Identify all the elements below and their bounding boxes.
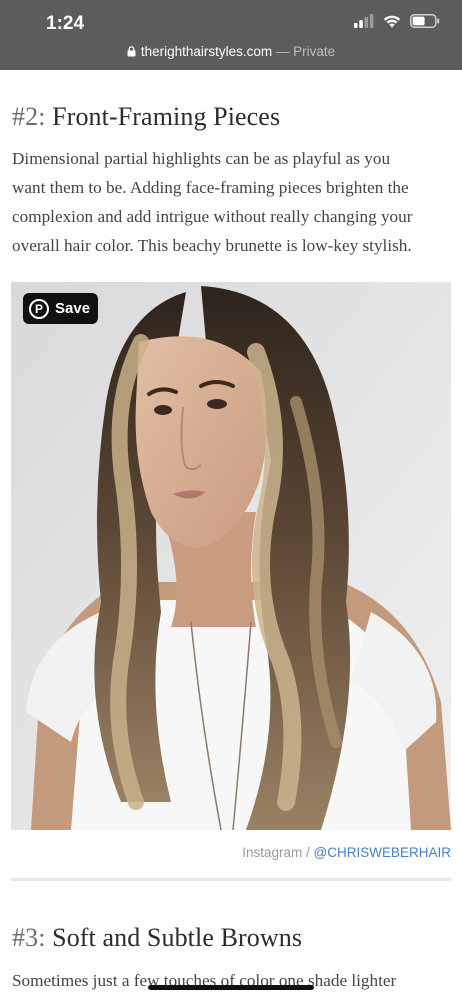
section-3-heading: #3: Soft and Subtle Browns (12, 923, 302, 953)
pinterest-icon: P (29, 298, 49, 319)
lock-icon (127, 46, 136, 57)
section-2-number: #2: (12, 102, 46, 131)
credit-source: Instagram / (242, 845, 310, 860)
paragraph-line: Dimensional partial highlights can be as… (12, 149, 391, 168)
section-3-paragraph: Sometimes just a few touches of color on… (12, 966, 457, 995)
address-bar[interactable]: therighthairstyles.com — Private (0, 44, 462, 59)
section-3-number: #3: (12, 923, 46, 952)
hairstyle-photo: P Save (11, 282, 451, 830)
section-divider (11, 878, 451, 881)
section-2-paragraph: Dimensional partial highlights can be as… (12, 144, 457, 260)
browser-top-bar: 1:24 therighthairstyles.com — Private (0, 0, 462, 70)
wifi-icon (383, 15, 401, 28)
credit-handle-link[interactable]: @CHRISWEBERHAIR (314, 845, 451, 860)
battery-icon (410, 14, 440, 28)
hairstyle-illustration (11, 282, 451, 830)
paragraph-line: overall hair color. This beachy brunette… (12, 236, 412, 255)
section-2-title: Front-Framing Pieces (52, 102, 281, 131)
section-2-heading: #2: Front-Framing Pieces (12, 102, 280, 132)
private-label: — Private (275, 44, 336, 59)
cellular-signal-icon (354, 14, 374, 28)
home-indicator[interactable] (148, 985, 314, 990)
paragraph-line: complexion and add intrigue without real… (12, 207, 413, 226)
pinterest-save-button[interactable]: P Save (23, 293, 99, 324)
status-time: 1:24 (46, 13, 85, 34)
paragraph-line: want them to be. Adding face-framing pie… (12, 178, 409, 197)
save-label: Save (55, 300, 91, 317)
paragraph-line: Sometimes just a few touches of color on… (12, 971, 397, 990)
url-domain: therighthairstyles.com (140, 44, 273, 59)
status-icons (354, 14, 440, 28)
image-credit: Instagram / @CHRISWEBERHAIR (242, 845, 451, 860)
section-3-title: Soft and Subtle Browns (52, 923, 303, 952)
